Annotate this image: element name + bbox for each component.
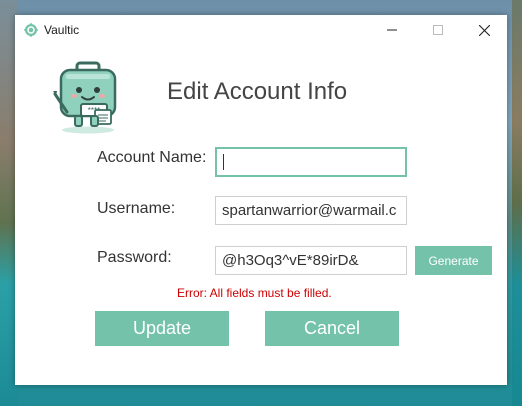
maximize-icon [433,25,443,35]
minimize-icon [387,29,397,31]
username-field[interactable]: spartanwarrior@warmail.c [215,196,407,225]
vaultic-logo-icon [24,23,38,37]
maximize-button[interactable] [415,15,461,45]
vault-mascot-icon: **** [53,61,117,134]
page-title: Edit Account Info [167,78,348,105]
username-label: Username: [97,200,176,217]
password-label: Password: [97,249,172,266]
error-message: Error: All fields must be filled. [177,286,332,300]
cancel-button[interactable]: Cancel [265,311,399,346]
password-field[interactable]: @h3Oq3^vE*89irD& [215,246,407,275]
password-value: @h3Oq3^vE*89irD& [222,252,359,269]
minimize-button[interactable] [369,15,415,45]
app-window: Vaultic **** Edit Account Info Account N… [15,15,507,385]
desktop-background-right [512,0,522,406]
close-button[interactable] [461,15,507,45]
title-bar[interactable]: Vaultic [15,15,507,45]
text-caret [223,154,224,171]
close-icon [478,24,490,36]
update-button[interactable]: Update [95,311,229,346]
account-name-field[interactable] [215,147,407,177]
generate-button[interactable]: Generate [415,246,492,275]
username-value: spartanwarrior@warmail.c [222,202,397,219]
account-name-label: Account Name: [97,149,207,166]
window-title: Vaultic [44,23,80,37]
